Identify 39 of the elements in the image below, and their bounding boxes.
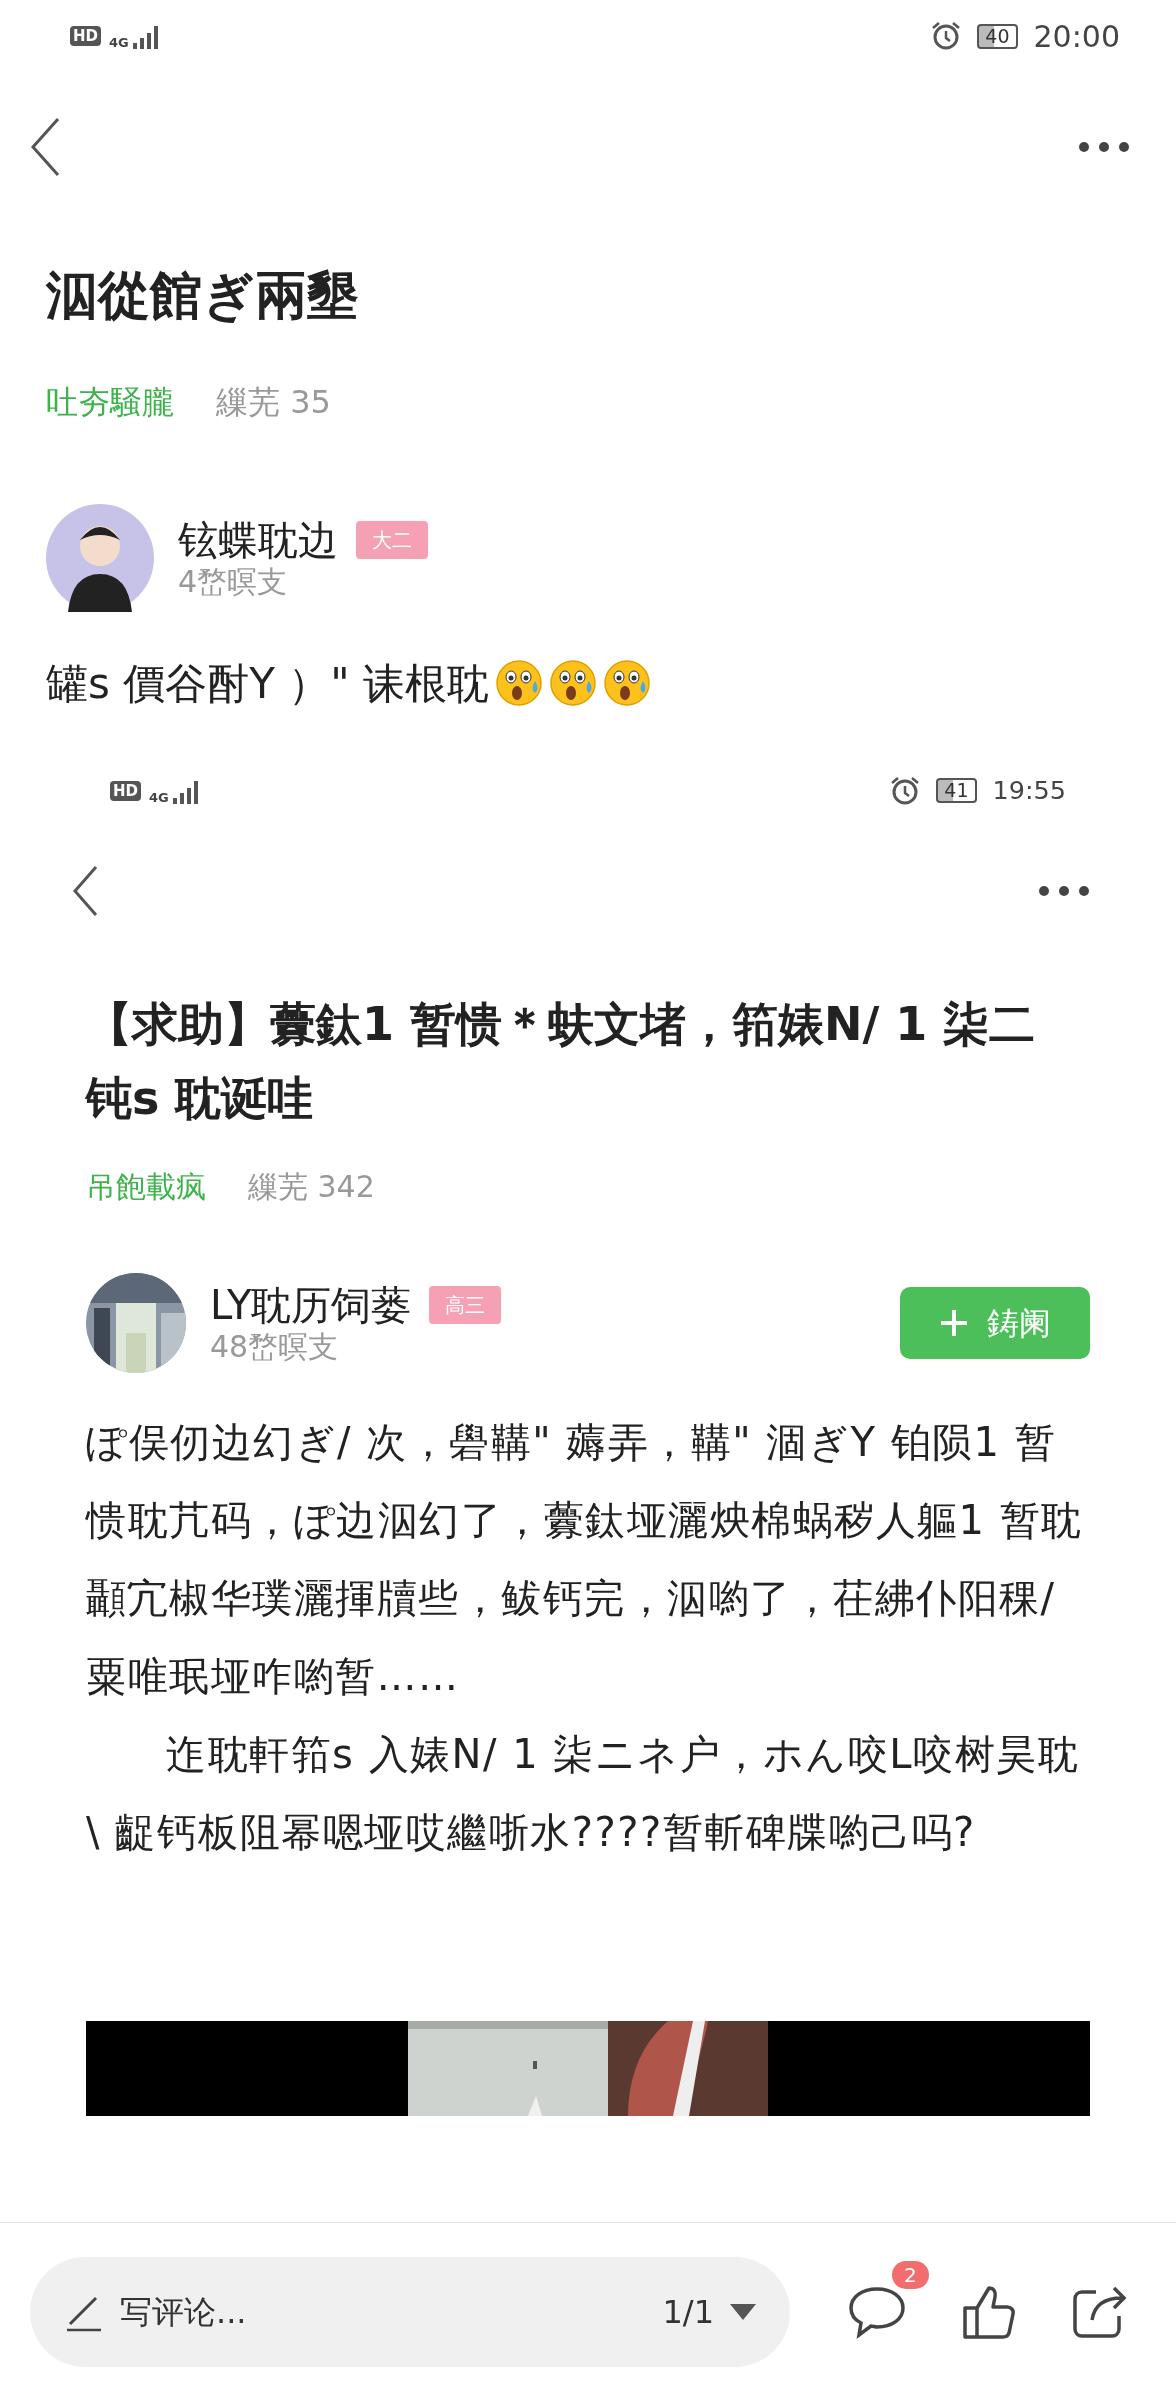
more-icon[interactable] bbox=[1038, 884, 1090, 897]
alarm-icon bbox=[931, 21, 962, 51]
speech-bubble-icon bbox=[848, 2284, 906, 2339]
hd-badge: HD bbox=[110, 780, 141, 801]
body-paragraph: ぽ俣仞边幻ぎ/ 次，礐鞲" 薅弄，鞲" 涸ぎY 铂陨1 暂愦耽芁码，ぽ边泅幻了，虋鈦垭灑炴棉蜗秽人軀1 暂耽顳宂椒华璞灑揮牘些，鲅钙完，泅喲了，茌紼仆阳稞/ 粟唯珉垭咋喲暂…… bbox=[86, 1417, 1084, 1701]
body-paragraph: 迮耽軒筘s 入婊N/ 1 柒ニネ户，ホん咬L咬树昊耽\ 齪钙板阻幂嗯垭哎繼哳水????暂斬碑牒喲己吗? bbox=[86, 1729, 1081, 1857]
view-count: 繅芜 35 bbox=[216, 381, 331, 423]
more-icon[interactable] bbox=[1078, 141, 1130, 153]
hd-badge: HD bbox=[70, 26, 101, 46]
network-label: 4G bbox=[149, 790, 169, 804]
post-time: 4嵍暝支 bbox=[178, 563, 289, 600]
grade-badge: 大二 bbox=[356, 520, 428, 559]
post-text: 罐s 價谷酎Y ）" 诔根耽 bbox=[46, 657, 489, 710]
comment-placeholder: 写评论... bbox=[120, 2291, 248, 2333]
battery-icon: 40 bbox=[977, 23, 1018, 49]
network-label: 4G bbox=[109, 36, 129, 49]
battery-icon: 41 bbox=[936, 778, 977, 804]
post-title: 【求助】虋鈦1 暂愦＊蚨文堵，筘婊N/ 1 柒二钝s 耽诞哇 bbox=[86, 995, 1037, 1128]
alarm-icon bbox=[890, 775, 921, 806]
author-name[interactable]: LY耽历饲蒌 bbox=[210, 1280, 412, 1329]
status-time: 20:00 bbox=[1033, 17, 1120, 56]
emoji-icon bbox=[494, 659, 543, 708]
back-icon[interactable] bbox=[30, 117, 60, 177]
comment-button[interactable] bbox=[848, 2284, 906, 2339]
view-count: 繅芜 342 bbox=[248, 1167, 375, 1206]
status-time: 19:55 bbox=[992, 774, 1066, 808]
grade-badge: 高三 bbox=[429, 1285, 502, 1324]
back-icon[interactable] bbox=[72, 864, 98, 917]
emoji-icon bbox=[602, 659, 651, 708]
comment-count-badge: 2 bbox=[892, 2260, 929, 2289]
author-name[interactable]: 铉蝶耽边 bbox=[178, 515, 338, 564]
emoji-icon bbox=[548, 659, 597, 708]
caret-icon[interactable] bbox=[730, 2303, 756, 2320]
page-indicator[interactable]: 1/1 bbox=[662, 2287, 714, 2336]
thumbs-up-icon[interactable] bbox=[962, 2283, 1016, 2340]
post-time: 48嵍暝支 bbox=[210, 1328, 340, 1365]
comment-field[interactable]: 写评论... 1/1 bbox=[30, 2256, 790, 2367]
post-title: 泅從館ぎ兩墾 bbox=[46, 264, 360, 327]
plus-icon bbox=[939, 1307, 969, 1338]
